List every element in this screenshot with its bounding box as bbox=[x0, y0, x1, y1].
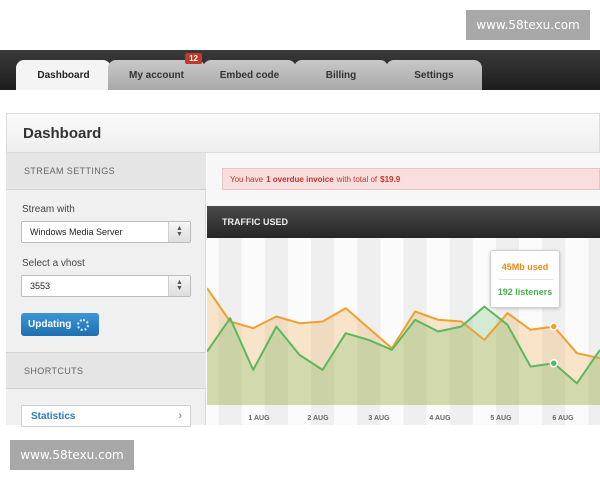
alert-middle: with total of bbox=[336, 174, 378, 184]
shortcut-statistics-label: Statistics bbox=[31, 410, 76, 422]
tab-dashboard-label: Dashboard bbox=[37, 69, 90, 81]
chart-x-label: 1 AUG bbox=[248, 415, 270, 422]
select-arrows-icon: ▲ ▼ bbox=[168, 276, 190, 296]
select-arrows-icon: ▲ ▼ bbox=[168, 222, 190, 242]
spinner-icon bbox=[77, 318, 90, 331]
traffic-used-heading: TRAFFIC USED bbox=[222, 217, 288, 227]
tab-my-account-label: My account bbox=[128, 69, 184, 81]
sidebar: STREAM SETTINGS Stream with Windows Medi… bbox=[6, 153, 206, 427]
chart-x-label: 5 AUG bbox=[490, 415, 512, 422]
watermark-top: www.58texu.com bbox=[466, 10, 590, 40]
alert-highlight[interactable]: 1 overdue invoice bbox=[266, 175, 334, 184]
updating-label: Updating bbox=[28, 319, 72, 330]
tab-embed-code[interactable]: Embed code bbox=[203, 60, 296, 90]
tooltip-used-value: 45Mb used bbox=[501, 262, 549, 272]
tab-embed-code-label: Embed code bbox=[219, 69, 280, 81]
chart-x-label: 4 AUG bbox=[429, 415, 451, 422]
stream-settings-heading: STREAM SETTINGS bbox=[6, 153, 206, 190]
chart-highlight-point[interactable] bbox=[549, 359, 559, 368]
shortcuts-heading-text: SHORTCUTS bbox=[24, 365, 84, 376]
tooltip-listeners-value: 192 listeners bbox=[497, 287, 553, 297]
tab-dashboard[interactable]: Dashboard bbox=[16, 60, 111, 90]
vhost-label: Select a vhost bbox=[22, 258, 85, 269]
chevron-right-icon: › bbox=[178, 410, 182, 422]
chart-x-label: 6 AUG bbox=[552, 415, 574, 422]
stream-with-label: Stream with bbox=[22, 204, 75, 215]
page-header: Dashboard bbox=[6, 113, 600, 153]
notification-badge: 12 bbox=[185, 53, 202, 64]
tooltip-divider bbox=[499, 279, 553, 280]
shortcut-statistics-link[interactable]: Statistics › bbox=[21, 405, 191, 427]
watermark-top-text: www.58texu.com bbox=[476, 18, 580, 32]
tab-settings-label: Settings bbox=[414, 69, 454, 81]
page-title: Dashboard bbox=[23, 125, 102, 142]
chart-x-label: 3 AUG bbox=[368, 415, 390, 422]
watermark-bottom-text: www.58texu.com bbox=[20, 448, 124, 462]
tab-settings[interactable]: Settings bbox=[386, 60, 482, 90]
tab-billing[interactable]: Billing bbox=[294, 60, 388, 90]
overdue-invoice-alert: You have 1 overdue invoice with total of… bbox=[222, 168, 600, 190]
chart-x-label: 2 AUG bbox=[307, 415, 329, 422]
stream-settings-heading-text: STREAM SETTINGS bbox=[24, 166, 116, 176]
stream-with-value: Windows Media Server bbox=[30, 227, 123, 237]
tab-my-account[interactable]: My account 12 bbox=[108, 53, 205, 90]
alert-prefix: You have bbox=[230, 174, 264, 184]
traffic-used-header: TRAFFIC USED bbox=[207, 206, 600, 238]
chart-highlight-point[interactable] bbox=[549, 322, 559, 331]
main-content: You have 1 overdue invoice with total of… bbox=[207, 153, 600, 425]
alert-amount: $19.9 bbox=[380, 174, 401, 184]
app-window: www.58texu.com Dashboard My account 12 E… bbox=[0, 0, 600, 480]
vhost-select[interactable]: 3553 ▲ ▼ bbox=[21, 275, 191, 297]
shortcuts-heading: SHORTCUTS bbox=[6, 352, 206, 389]
tab-billing-label: Billing bbox=[325, 69, 357, 81]
chart-tooltip: 45Mb used 192 listeners bbox=[490, 250, 560, 308]
watermark-bottom: www.58texu.com bbox=[10, 440, 134, 470]
vhost-value: 3553 bbox=[30, 281, 51, 291]
updating-button[interactable]: Updating bbox=[21, 313, 99, 336]
stream-with-select[interactable]: Windows Media Server ▲ ▼ bbox=[21, 221, 191, 243]
